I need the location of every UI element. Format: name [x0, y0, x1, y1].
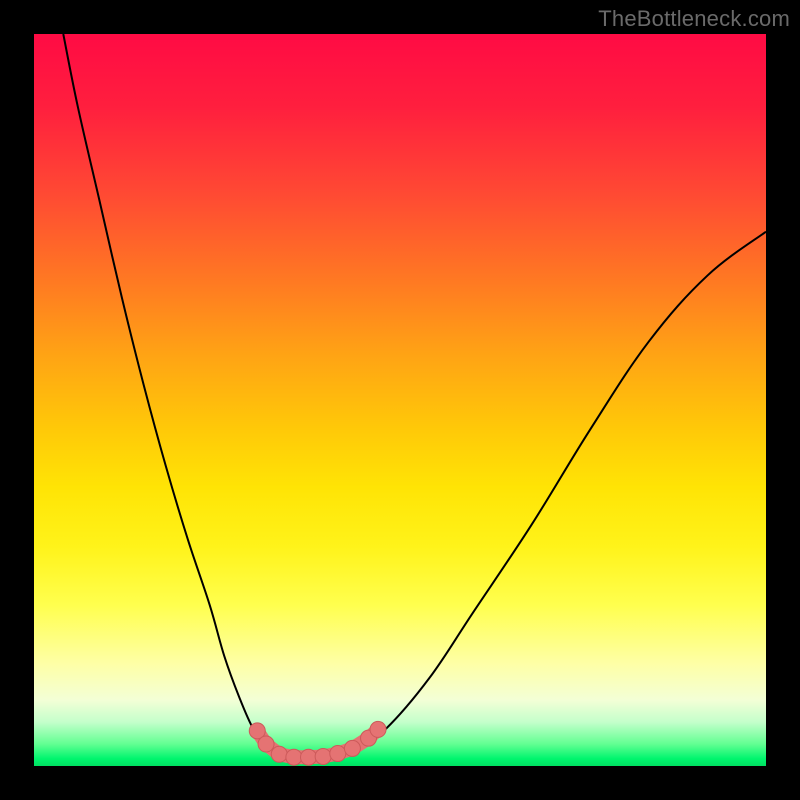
bottleneck-curve [34, 34, 766, 766]
valley-marker [370, 721, 386, 737]
plot-area [34, 34, 766, 766]
watermark-text: TheBottleneck.com [598, 6, 790, 32]
valley-marker [286, 749, 302, 765]
valley-marker [258, 736, 274, 752]
chart-frame: TheBottleneck.com [0, 0, 800, 800]
valley-marker [344, 740, 360, 756]
valley-marker [315, 748, 331, 764]
valley-marker [271, 746, 287, 762]
valley-marker [330, 746, 346, 762]
valley-marker [301, 749, 317, 765]
